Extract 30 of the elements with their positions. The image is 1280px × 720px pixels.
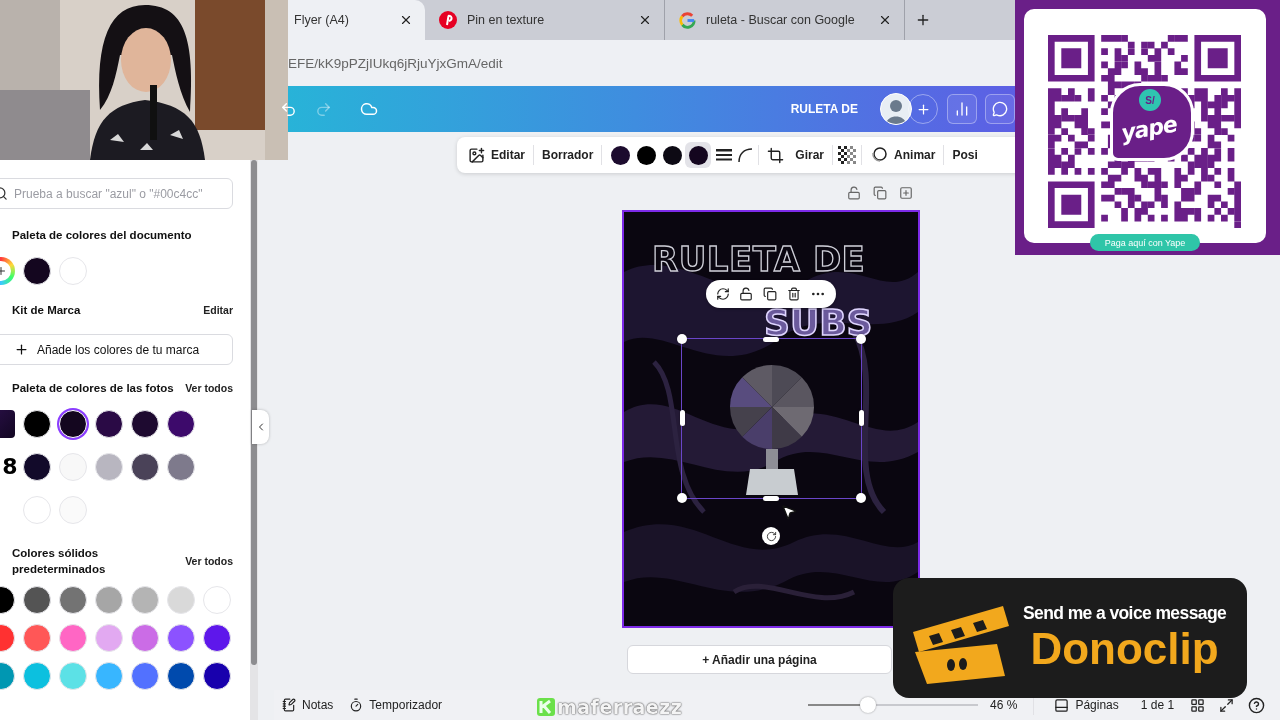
design-title[interactable]: RULETA DE — [790, 102, 858, 116]
section-link[interactable]: Ver todos — [185, 382, 233, 394]
page-count: 1 de 1 — [1140, 698, 1175, 712]
yape-logo: S/ yape — [1110, 83, 1194, 161]
section-title: Colores sólidos predeterminados — [12, 546, 106, 577]
add-page-button[interactable]: + Añadir una página — [627, 645, 892, 674]
eraser-button[interactable]: Borrador — [539, 144, 597, 166]
section-link[interactable]: Editar — [203, 304, 233, 316]
design-heading[interactable]: RULETA DE — [652, 240, 866, 278]
banner-tagline: Send me a voice message — [1023, 602, 1227, 624]
edit-image-button[interactable]: Editar — [465, 142, 528, 168]
add-brand-colors-button[interactable]: Añade los colores de tu marca — [0, 334, 233, 365]
section-title: Kit de Marca — [12, 303, 81, 318]
section-title: Paleta de colores de las fotos — [12, 381, 174, 396]
timer-button[interactable]: Temporizador — [341, 698, 451, 712]
notes-button[interactable]: Notas — [274, 698, 342, 712]
browser-tab[interactable]: Flyer (A4) — [288, 0, 425, 40]
position-button[interactable]: Posi — [949, 144, 981, 166]
search-input[interactable]: Prueba a buscar "azul" o "#00c4cc" — [14, 180, 224, 207]
search-field[interactable]: Prueba a buscar "azul" o "#00c4cc" — [0, 178, 233, 209]
animate-button[interactable]: Animar — [867, 143, 939, 167]
section-link[interactable]: Ver todos — [185, 555, 233, 567]
address-text[interactable]: EFE/kK9pPZjIUkq6jRjuYjxGmA/edit — [288, 55, 503, 71]
design-page[interactable]: RULETA DE SUBS — [624, 212, 918, 626]
zoom-reading: 46 % — [990, 698, 1018, 712]
banner-brand: Donoclip — [1030, 623, 1219, 674]
pages-button[interactable]: Páginas — [1046, 697, 1127, 713]
section-title: Paleta de colores del documento — [12, 228, 192, 243]
streamer-name: maferraezz — [557, 696, 683, 718]
flip-button[interactable]: Girar — [792, 144, 828, 166]
